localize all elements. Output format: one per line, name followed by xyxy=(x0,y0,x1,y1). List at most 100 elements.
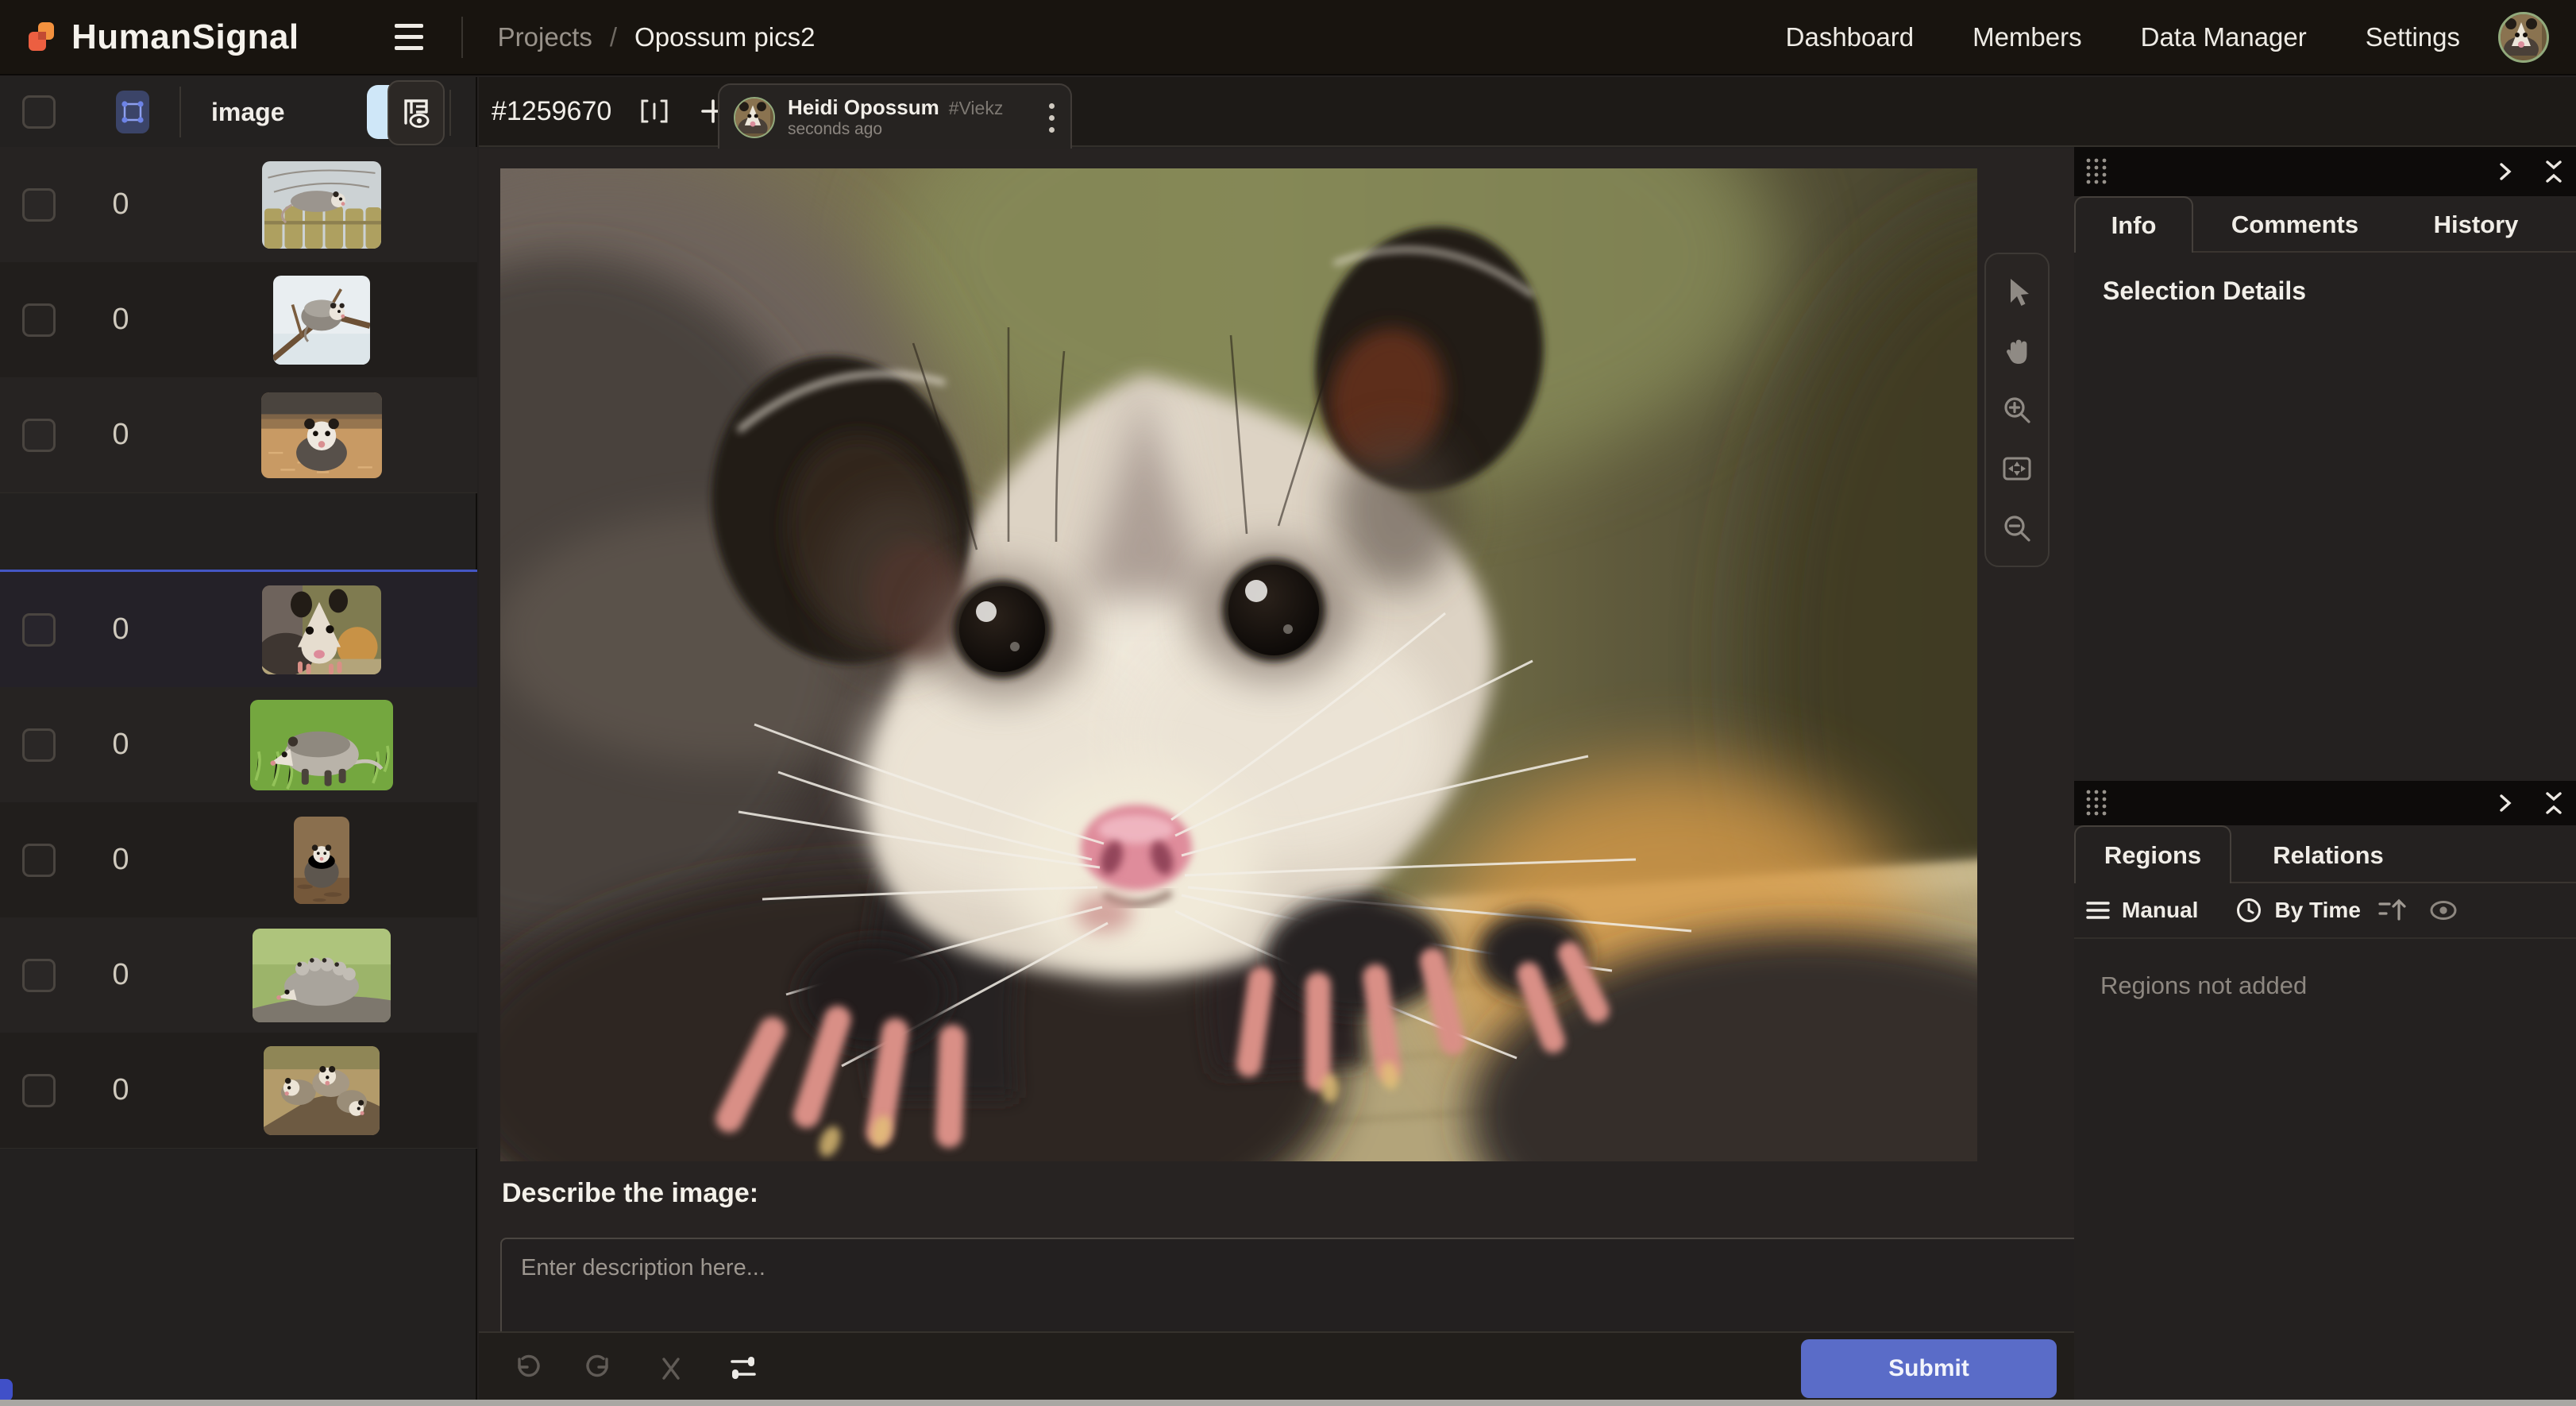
task-id: #1259670 xyxy=(492,96,611,127)
order-by-time-button[interactable]: By Time xyxy=(2235,896,2360,925)
nav-members[interactable]: Members xyxy=(1972,22,2082,52)
task-row-1[interactable]: 0 xyxy=(0,147,477,263)
annotation-count: 0 xyxy=(73,187,168,222)
nav-dashboard[interactable]: Dashboard xyxy=(1786,22,1914,52)
bounding-box-icon xyxy=(121,100,145,124)
task-thumbnail-fence[interactable] xyxy=(262,161,381,249)
list-eye-icon xyxy=(401,96,431,129)
reset-icon[interactable] xyxy=(657,1354,685,1382)
redo-icon[interactable] xyxy=(584,1352,615,1384)
annotation-bottom-bar: Submit xyxy=(479,1331,2074,1406)
nav-settings[interactable]: Settings xyxy=(2366,22,2460,52)
humansignal-logo-icon xyxy=(24,19,60,56)
user-avatar[interactable] xyxy=(2498,12,2549,63)
info-panel-tabs: Info Comments History xyxy=(2074,196,2576,253)
task-row-2[interactable]: 0 xyxy=(0,262,477,378)
move-tool-icon[interactable] xyxy=(1999,274,2034,309)
zoom-out-icon[interactable] xyxy=(1999,511,2034,546)
row-checkbox[interactable] xyxy=(22,1074,56,1107)
annotation-count: 0 xyxy=(73,303,168,337)
task-row-5[interactable]: 0 xyxy=(0,687,477,803)
settings-sliders-icon[interactable] xyxy=(727,1351,760,1385)
region-select-tool-button[interactable] xyxy=(116,91,149,133)
preview-toggle-button[interactable] xyxy=(388,80,445,145)
header-divider xyxy=(179,87,181,137)
undo-icon[interactable] xyxy=(511,1352,542,1384)
prompt-label: Describe the image: xyxy=(502,1178,758,1209)
task-row-3[interactable]: 0 xyxy=(0,377,477,493)
row-checkbox[interactable] xyxy=(22,844,56,877)
annotation-tab[interactable]: Heidi Opossum#Viekz seconds ago xyxy=(718,83,1072,150)
tab-baseline xyxy=(2193,251,2576,253)
clock-icon xyxy=(2235,896,2263,925)
task-thumbnail-shavings[interactable] xyxy=(261,392,382,478)
regions-panel-tabs: Regions Relations xyxy=(2074,825,2576,883)
task-row-4-selected[interactable]: 0 xyxy=(0,570,477,689)
task-list-sidebar: image 0 xyxy=(0,77,477,1400)
task-thumbnail-grass[interactable] xyxy=(250,700,393,790)
breadcrumb-projects[interactable]: Projects xyxy=(498,22,592,52)
zoom-in-icon[interactable] xyxy=(1999,392,2034,427)
sort-direction-icon[interactable] xyxy=(2377,897,2408,924)
collapse-panel-icon[interactable] xyxy=(2543,790,2565,817)
humansignal-logo[interactable]: HumanSignal xyxy=(24,17,299,57)
task-row-6[interactable]: 0 xyxy=(0,802,477,918)
row-checkbox[interactable] xyxy=(22,959,56,992)
regions-panel: Regions Relations Manual By Time xyxy=(2074,781,2576,1400)
bottom-edge-strip xyxy=(0,1400,2576,1406)
task-thumbnail-family[interactable] xyxy=(264,1046,380,1135)
select-all-checkbox[interactable] xyxy=(22,95,56,129)
regions-toolbar: Manual By Time xyxy=(2074,883,2576,939)
breadcrumb: Projects / Opossum pics2 xyxy=(498,22,816,52)
hamburger-menu-icon[interactable] xyxy=(395,24,423,50)
submit-button[interactable]: Submit xyxy=(1801,1339,2057,1398)
row-checkbox[interactable] xyxy=(22,613,56,647)
row-checkbox[interactable] xyxy=(22,419,56,452)
annotation-count: 0 xyxy=(73,418,168,452)
tab-regions[interactable]: Regions xyxy=(2074,825,2231,883)
tab-comments[interactable]: Comments xyxy=(2193,196,2397,253)
annotator-name: Heidi Opossum xyxy=(788,95,939,119)
regions-panel-header[interactable] xyxy=(2074,781,2576,825)
fit-to-screen-icon[interactable] xyxy=(1999,451,2035,486)
pan-tool-icon[interactable] xyxy=(1999,334,2034,369)
regions-visibility-eye-icon[interactable] xyxy=(2428,898,2459,922)
copy-format-icon[interactable] xyxy=(638,95,670,127)
tab-info[interactable]: Info xyxy=(2074,196,2193,253)
drag-handle-icon[interactable] xyxy=(2084,156,2112,187)
task-thumbnail-babies[interactable] xyxy=(253,929,391,1022)
group-list-icon xyxy=(2085,900,2111,921)
tab-history[interactable]: History xyxy=(2397,196,2555,253)
group-manual-button[interactable]: Manual xyxy=(2085,898,2198,923)
annotation-count: 0 xyxy=(73,843,168,877)
row-checkbox[interactable] xyxy=(22,303,56,337)
regions-empty-text: Regions not added xyxy=(2100,971,2307,1000)
breadcrumb-current-project: Opossum pics2 xyxy=(634,22,815,52)
preview-toggle[interactable] xyxy=(367,85,443,139)
task-row-8[interactable]: 0 xyxy=(0,1033,477,1149)
header-divider-right xyxy=(449,90,451,136)
annotation-count: 0 xyxy=(73,612,168,647)
annotation-canvas: Describe the image: xyxy=(479,149,2074,1331)
task-row-7[interactable]: 0 xyxy=(0,917,477,1033)
task-thumbnail-branch[interactable] xyxy=(273,276,370,365)
row-checkbox[interactable] xyxy=(22,728,56,762)
nav-data-manager[interactable]: Data Manager xyxy=(2141,22,2307,52)
annotation-count: 0 xyxy=(73,958,168,992)
task-image-opossum[interactable] xyxy=(500,168,1977,1161)
annotation-count: 0 xyxy=(73,728,168,762)
info-panel-header[interactable] xyxy=(2074,147,2576,196)
detach-panel-icon[interactable] xyxy=(2495,160,2516,183)
scroll-indicator xyxy=(0,1379,13,1401)
breadcrumb-separator: / xyxy=(610,22,617,52)
image-column-header[interactable]: image xyxy=(211,98,284,127)
drag-handle-icon[interactable] xyxy=(2084,787,2112,819)
task-thumbnail-portrait[interactable] xyxy=(294,817,349,904)
annotation-timestamp: seconds ago xyxy=(788,120,1003,139)
task-thumbnail-current[interactable] xyxy=(262,585,381,674)
collapse-panel-icon[interactable] xyxy=(2543,158,2565,185)
annotation-menu-icon[interactable] xyxy=(1049,103,1055,133)
row-checkbox[interactable] xyxy=(22,188,56,222)
detach-panel-icon[interactable] xyxy=(2495,791,2516,815)
tab-relations[interactable]: Relations xyxy=(2231,827,2425,883)
